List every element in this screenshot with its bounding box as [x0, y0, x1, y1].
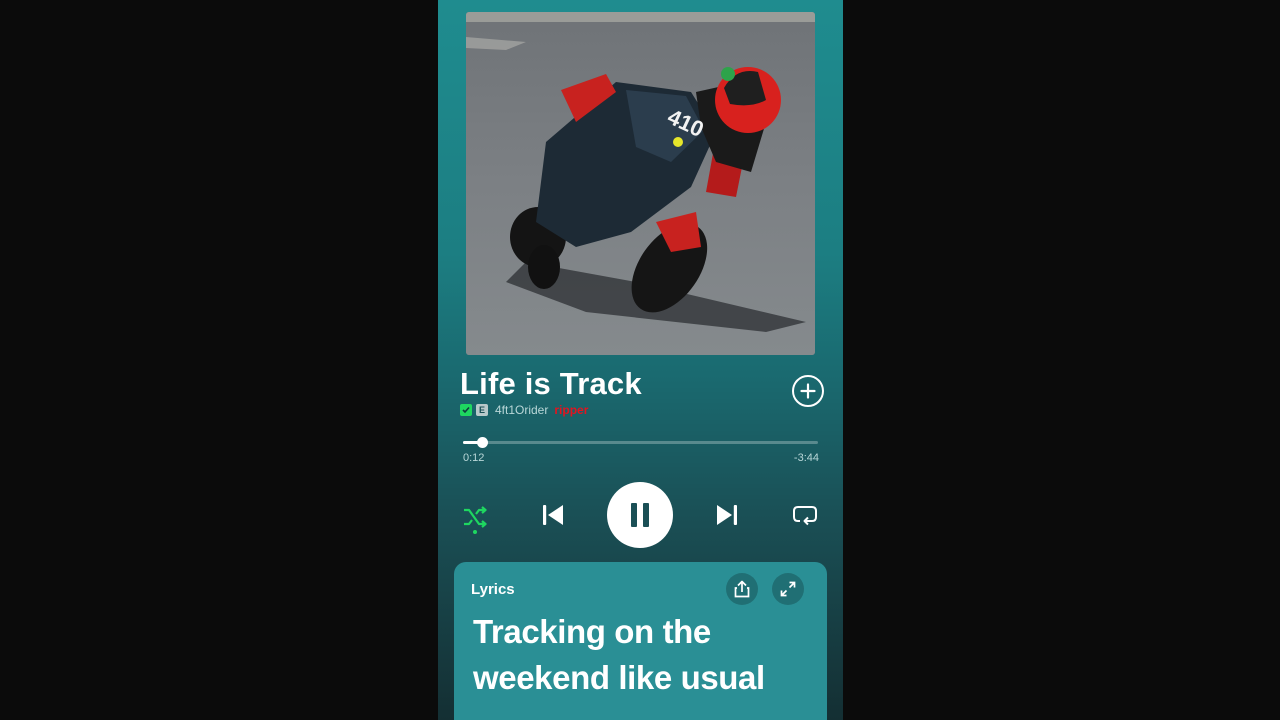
album-cover: 410 — [466, 12, 815, 355]
pause-button[interactable] — [607, 482, 673, 548]
album-cover-image: 410 — [466, 12, 815, 355]
shuffle-button[interactable] — [460, 500, 490, 534]
repeat-button[interactable] — [791, 501, 819, 529]
shuffle-icon — [464, 506, 487, 528]
elapsed-time: 0:12 — [463, 452, 485, 464]
add-to-library-button[interactable] — [792, 375, 824, 407]
lyrics-share-button[interactable] — [726, 573, 758, 605]
lyrics-heading: Lyrics — [471, 581, 515, 598]
plus-circle-icon — [800, 383, 816, 399]
download-check-icon — [460, 404, 472, 416]
progress-bar[interactable] — [463, 437, 818, 448]
artist-name[interactable]: 4ft1Orider — [495, 403, 548, 417]
explicit-badge: E — [476, 404, 488, 416]
skip-next-icon — [717, 505, 737, 525]
next-track-button[interactable] — [712, 500, 742, 530]
screen: 410 Life is Track E 4ft1Orider ripper 0:… — [0, 0, 1280, 720]
expand-icon — [780, 581, 796, 597]
artist-tag: ripper — [554, 403, 589, 417]
shuffle-active-dot — [473, 530, 477, 534]
repeat-icon — [793, 506, 817, 526]
artist-row: E 4ft1Orider ripper — [460, 402, 588, 418]
lyrics-card[interactable]: Lyrics Tracking on the weekend like usua… — [454, 562, 827, 720]
progress-handle[interactable] — [476, 437, 488, 448]
lyrics-line: Tracking on the — [473, 613, 711, 650]
lyrics-line: weekend like usual — [473, 659, 765, 696]
share-icon — [734, 580, 750, 598]
skip-previous-icon — [543, 505, 563, 525]
previous-track-button[interactable] — [538, 500, 568, 530]
pause-icon — [631, 503, 649, 527]
track-title[interactable]: Life is Track — [460, 366, 642, 402]
remaining-time: -3:44 — [793, 452, 819, 464]
lyrics-expand-button[interactable] — [772, 573, 804, 605]
now-playing-screen: 410 Life is Track E 4ft1Orider ripper 0:… — [438, 0, 843, 720]
